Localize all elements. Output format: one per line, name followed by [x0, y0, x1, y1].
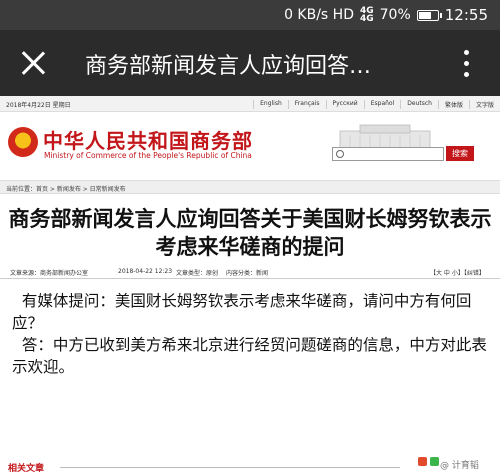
related-articles-heading[interactable]: 相关文章	[8, 461, 44, 474]
ministry-cn-name: 中华人民共和国商务部	[43, 129, 253, 153]
clock: 12:55	[444, 6, 488, 24]
question-text: 有媒体提问：美国财长姆努钦表示考虑来华磋商，请问中方有何回应？	[12, 292, 472, 332]
article-title: 商务部新闻发言人应询回答关于美国财长姆努钦表示考虑来华磋商的提问	[8, 207, 492, 259]
site-top-bar: 2018年4月22日 星期日 English Français Русский …	[0, 96, 500, 112]
question-paragraph: 有媒体提问：美国财长姆努钦表示考虑来华磋商，请问中方有何回应？	[12, 290, 488, 334]
search-button[interactable]: 搜索	[446, 146, 474, 161]
signal-label-2: 4G	[359, 14, 374, 24]
lang-english[interactable]: English	[253, 100, 288, 109]
site-date: 2018年4月22日 星期日	[6, 102, 71, 109]
lang-german[interactable]: Deutsch	[400, 100, 438, 109]
national-emblem-icon	[8, 127, 38, 157]
answer-paragraph: 答：中方已收到美方希来北京进行经贸问题磋商的信息，中方对此表示欢迎。	[12, 334, 488, 378]
lang-text-only[interactable]: 文字版	[468, 100, 500, 109]
lang-spanish[interactable]: Español	[363, 100, 401, 109]
article-category: 内容分类：新闻	[226, 270, 269, 277]
signal-icon: 4G 4G	[359, 7, 374, 24]
share-icons	[418, 457, 439, 466]
page-title: 商务部新闻发言人应询回答…	[85, 54, 372, 79]
network-speed: 0 KB/s HD	[284, 7, 354, 23]
search-input[interactable]	[332, 147, 444, 161]
article-meta: 文章来源：商务部新闻办公室 2018-04-22 12:23 文章类型：原创 内…	[0, 265, 500, 279]
more-options-icon[interactable]	[464, 50, 470, 78]
building-illustration	[339, 124, 431, 160]
weibo-share-icon[interactable]	[418, 457, 427, 466]
wechat-share-icon[interactable]	[430, 457, 439, 466]
divider	[60, 467, 400, 468]
site-header: 中华人民共和国商务部 Ministry of Commerce of the P…	[0, 113, 500, 173]
search-icon	[336, 150, 344, 158]
article-type: 文章类型：原创	[176, 270, 219, 277]
lang-traditional[interactable]: 繁体版	[437, 100, 469, 109]
breadcrumb: 当前位置：首页 > 新闻发布 > 日常新闻发布	[0, 180, 500, 194]
article-body: 有媒体提问：美国财长姆努钦表示考虑来华磋商，请问中方有何回应？ 答：中方已收到美…	[12, 290, 488, 378]
battery-icon	[416, 9, 442, 21]
battery-fill	[418, 11, 431, 19]
close-icon[interactable]	[18, 48, 48, 78]
watermark: @ 计育韬	[440, 461, 479, 471]
language-links: English Français Русский Español Deutsch…	[253, 100, 500, 109]
article-source: 文章来源：商务部新闻办公室	[10, 270, 89, 277]
status-bar: 0 KB/s HD 4G 4G 70% 12:55	[0, 0, 500, 30]
lang-russian[interactable]: Русский	[325, 100, 364, 109]
answer-text: 答：中方已收到美方希来北京进行经贸问题磋商的信息，中方对此表示欢迎。	[12, 336, 487, 376]
article-date: 2018-04-22 12:23	[118, 268, 173, 275]
lang-french[interactable]: Français	[287, 100, 326, 109]
status-icons: 0 KB/s HD 4G 4G 70% 12:55	[284, 6, 488, 24]
browser-app-bar: 商务部新闻发言人应询回答…	[0, 30, 500, 96]
font-size-controls[interactable]: 【大 中 小】【纠错】	[430, 268, 485, 277]
battery-percent: 70%	[379, 7, 411, 23]
ministry-en-name: Ministry of Commerce of the People's Rep…	[44, 151, 252, 160]
